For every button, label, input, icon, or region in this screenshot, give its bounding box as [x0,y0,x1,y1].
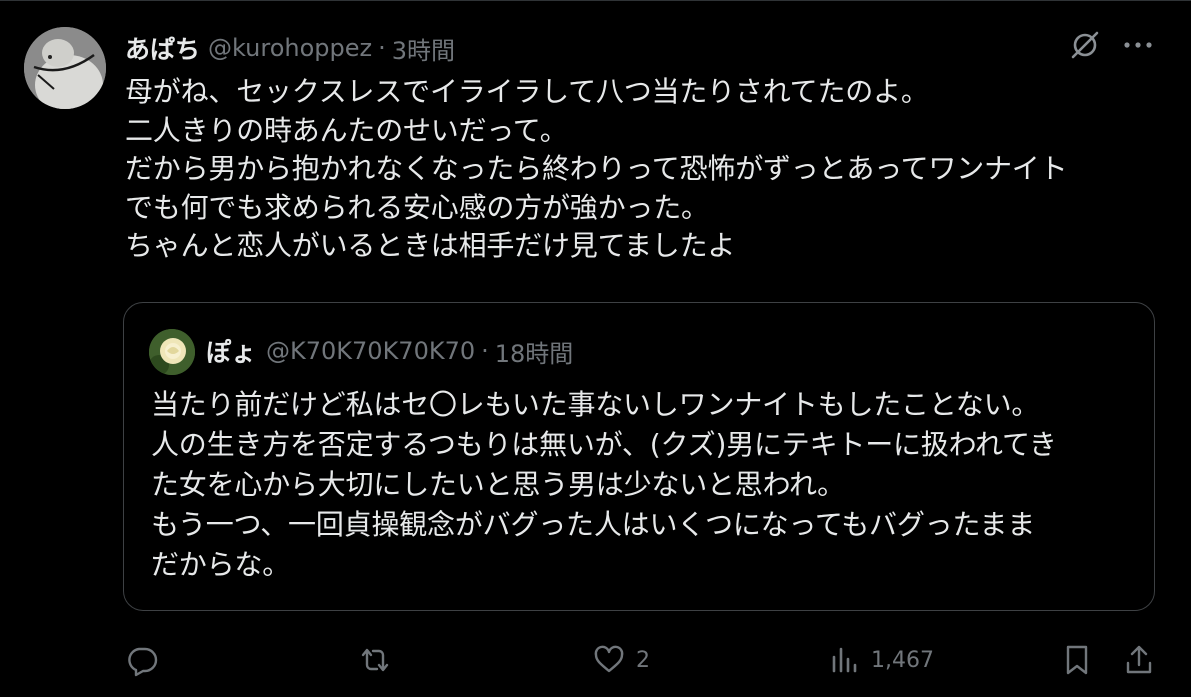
quoted-post[interactable]: ぽょ @K70K70K70K70 · 18時間 当たり前だけど私はセ〇レもいた事… [123,302,1155,611]
quoted-author-avatar[interactable] [149,329,195,375]
like-count: 2 [636,647,650,673]
reply-button[interactable] [125,643,169,677]
quoted-author-handle[interactable]: @K70K70K70K70 [266,337,475,365]
views-icon [832,647,857,673]
quoted-author-name[interactable]: ぽょ [206,333,256,369]
bookmark-button[interactable] [1060,643,1094,677]
quoted-body: 当たり前だけど私はセ〇レもいた事ないしワンナイトもしたことない。 人の生き方を否… [151,388,1057,581]
rose-image [149,329,195,375]
bookmark-icon [1066,645,1088,675]
quoted-separator-dot: · [481,337,489,365]
quoted-header: ぽょ @K70K70K70K70 · 18時間 [206,333,573,369]
post-header: あぱち @kurohoppez · 3時間 [125,30,455,66]
more-icon[interactable] [1123,40,1153,50]
action-bar: 2 1,467 [0,634,1191,686]
like-button[interactable]: 2 [592,643,650,677]
separator-dot: · [378,34,386,62]
quoted-post-time[interactable]: 18時間 [495,334,574,369]
reply-icon [128,647,158,677]
post-top-actions [1069,29,1153,61]
like-icon [594,645,624,673]
repost-icon [361,648,389,672]
avatar-image [24,27,106,109]
author-handle[interactable]: @kurohoppez [208,34,372,62]
author-avatar[interactable] [24,27,106,109]
views-button[interactable]: 1,467 [827,643,934,677]
repost-button[interactable] [357,643,403,677]
author-name[interactable]: あぱち [125,30,200,66]
views-count: 1,467 [871,647,934,673]
share-button[interactable] [1122,643,1156,677]
grok-icon[interactable] [1069,29,1101,61]
post-time[interactable]: 3時間 [392,31,455,66]
top-border [0,0,1191,1]
post-body: 母がね、セックスレスでイライラして八つ当たりされてたのよ。 二人きりの時あんたの… [125,75,1068,262]
share-icon [1126,645,1152,674]
